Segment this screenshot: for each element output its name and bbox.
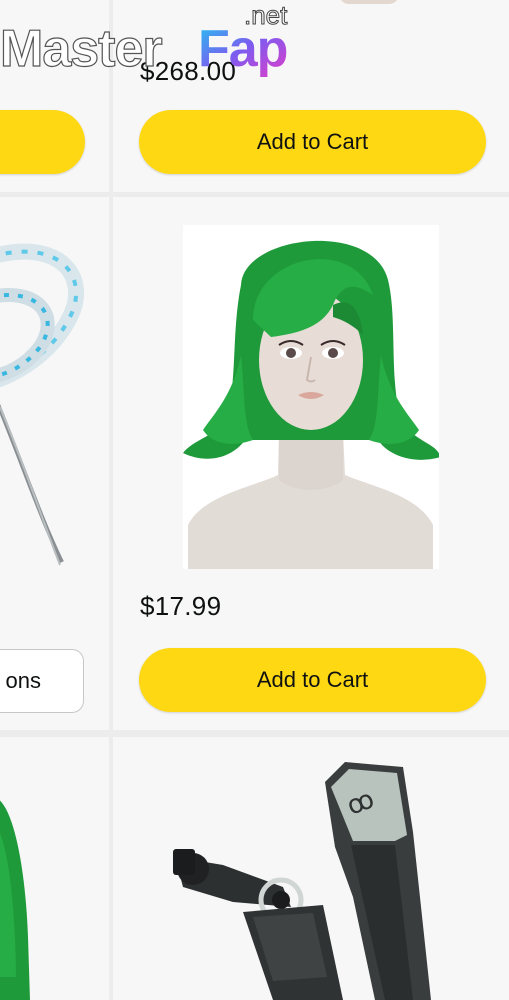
product-image[interactable] xyxy=(183,225,441,569)
add-to-cart-button[interactable]: Add to Cart xyxy=(139,648,486,712)
product-price: $17.99 xyxy=(140,591,222,621)
product-card-bottom-right[interactable]: ꝏ xyxy=(113,737,509,1000)
product-image[interactable] xyxy=(339,0,399,4)
green-wig-partial-image[interactable] xyxy=(0,737,109,1000)
product-card-top-left[interactable] xyxy=(0,0,109,192)
product-card-middle-right[interactable]: $17.99 Add to Cart xyxy=(113,197,509,730)
add-to-cart-button[interactable]: Add to Cart xyxy=(139,110,486,174)
see-options-button[interactable]: ons xyxy=(0,649,84,713)
led-strip-image[interactable] xyxy=(0,197,109,597)
product-price: $268.00 xyxy=(140,56,237,86)
green-wig-image xyxy=(183,240,441,569)
action-camera-mount-image[interactable]: ꝏ xyxy=(113,737,509,1000)
add-to-cart-button[interactable] xyxy=(0,110,85,174)
product-card-bottom-left[interactable] xyxy=(0,737,109,1000)
product-card-top-right[interactable]: $268.00 Add to Cart xyxy=(113,0,509,192)
product-card-middle-left[interactable]: ons xyxy=(0,197,109,730)
